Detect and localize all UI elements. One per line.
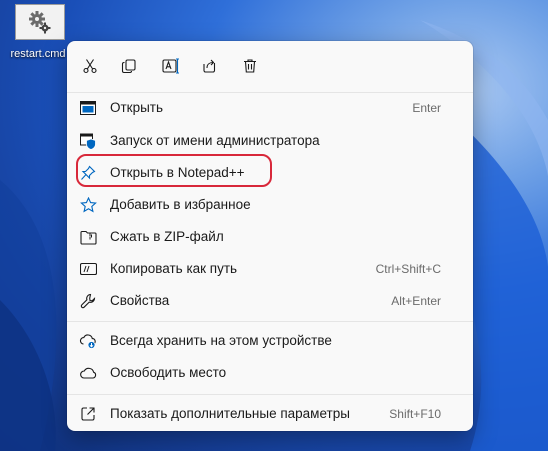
desktop-file-name: restart.cmd — [10, 48, 66, 60]
menu-item-label: Открыть — [110, 100, 164, 115]
menu-item-copy-path[interactable]: Копировать как путь Ctrl+Shift+C — [71, 254, 469, 284]
menu-item-shortcut: Shift+F10 — [389, 407, 441, 421]
context-menu: Открыть Enter Запуск от имени администра… — [67, 41, 473, 431]
external-icon — [79, 405, 97, 423]
menu-item-shortcut: Enter — [412, 101, 441, 115]
menu-item-open[interactable]: Открыть Enter — [71, 93, 469, 123]
delete-icon — [244, 59, 256, 73]
menu-item-label: Добавить в избранное — [110, 197, 251, 212]
cut-icon — [83, 59, 97, 74]
path-icon — [79, 260, 97, 278]
desktop-file-restart[interactable]: restart.cmd — [10, 4, 66, 60]
menu-item-run-as-admin[interactable]: Запуск от имени администратора — [71, 126, 469, 156]
copy-button[interactable] — [115, 53, 143, 79]
menu-item-always-keep[interactable]: Всегда хранить на этом устройстве — [71, 326, 469, 356]
copy-icon — [121, 59, 136, 74]
menu-item-label: Сжать в ZIP-файл — [110, 229, 224, 244]
open-window-icon — [79, 99, 97, 117]
menu-item-label: Всегда хранить на этом устройстве — [110, 333, 332, 348]
menu-item-properties[interactable]: Свойства Alt+Enter — [71, 286, 469, 316]
menu-item-label: Освободить место — [110, 365, 227, 380]
cloud-download-icon — [79, 332, 97, 350]
menu-item-more-options[interactable]: Показать дополнительные параметры Shift+… — [71, 399, 469, 429]
rename-button[interactable] — [157, 53, 185, 79]
menu-item-shortcut: Alt+Enter — [391, 294, 441, 308]
delete-button[interactable] — [236, 53, 264, 79]
menu-item-label: Свойства — [110, 293, 170, 308]
cloud-icon — [79, 364, 97, 382]
rename-icon — [162, 58, 179, 74]
menu-item-free-space[interactable]: Освободить место — [71, 358, 469, 388]
share-button[interactable] — [196, 53, 224, 79]
menu-item-label: Показать дополнительные параметры — [110, 406, 350, 421]
cut-button[interactable] — [76, 53, 104, 79]
menu-divider — [67, 321, 473, 322]
highlight-ring — [76, 154, 272, 187]
menu-item-zip[interactable]: Сжать в ZIP-файл — [71, 222, 469, 252]
star-icon — [79, 196, 97, 214]
menu-item-label: Запуск от имени администратора — [110, 133, 320, 148]
gear-icon — [15, 4, 65, 40]
zip-folder-icon — [79, 228, 97, 246]
menu-item-add-favorites[interactable]: Добавить в избранное — [71, 190, 469, 220]
menu-item-shortcut: Ctrl+Shift+C — [375, 262, 441, 276]
context-toolbar — [67, 53, 473, 79]
shield-icon — [79, 132, 97, 150]
menu-divider — [67, 394, 473, 395]
wrench-icon — [79, 292, 97, 310]
menu-item-label: Копировать как путь — [110, 261, 238, 276]
share-icon — [203, 59, 216, 73]
